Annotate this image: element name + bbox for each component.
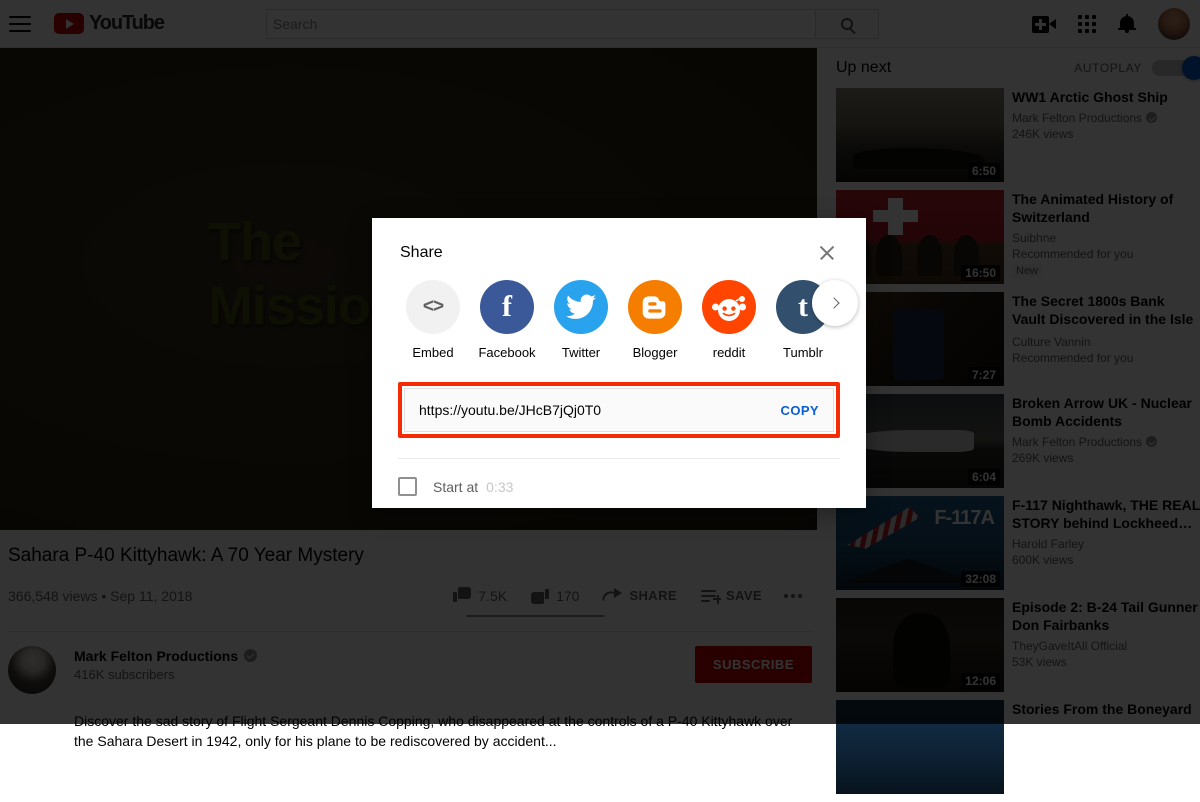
start-at-row: Start at 0:33	[372, 459, 866, 496]
share-target-label: Embed	[412, 345, 453, 360]
share-target-label: Tumblr	[783, 345, 823, 360]
share-dialog-title: Share	[400, 244, 443, 262]
twitter-bird-icon	[554, 280, 608, 334]
share-target-twitter[interactable]: Twitter	[544, 280, 618, 360]
share-targets: <> Embed f Facebook Twitter Blogger	[372, 264, 866, 360]
chevron-right-icon[interactable]	[812, 280, 858, 326]
start-at-label: Start at	[433, 479, 478, 495]
share-target-blogger[interactable]: Blogger	[618, 280, 692, 360]
share-dialog-header: Share	[372, 218, 866, 264]
share-dialog: Share <> Embed f Facebook Twitter	[372, 218, 866, 508]
blogger-icon	[628, 280, 682, 334]
share-target-label: Facebook	[478, 345, 535, 360]
reddit-icon	[702, 280, 756, 334]
share-target-embed[interactable]: <> Embed	[396, 280, 470, 360]
share-target-label: Blogger	[633, 345, 678, 360]
close-icon[interactable]	[816, 242, 838, 264]
share-target-label: Twitter	[562, 345, 600, 360]
share-url-input[interactable]	[419, 402, 781, 418]
facebook-icon: f	[480, 280, 534, 334]
embed-code-icon: <>	[406, 280, 460, 334]
copy-button[interactable]: COPY	[781, 403, 819, 418]
share-target-label: reddit	[713, 345, 746, 360]
share-link-row: COPY	[404, 388, 834, 432]
share-target-facebook[interactable]: f Facebook	[470, 280, 544, 360]
start-at-time: 0:33	[486, 479, 513, 495]
share-target-reddit[interactable]: reddit	[692, 280, 766, 360]
start-at-checkbox[interactable]	[398, 477, 417, 496]
share-link-highlight: COPY	[398, 382, 840, 438]
